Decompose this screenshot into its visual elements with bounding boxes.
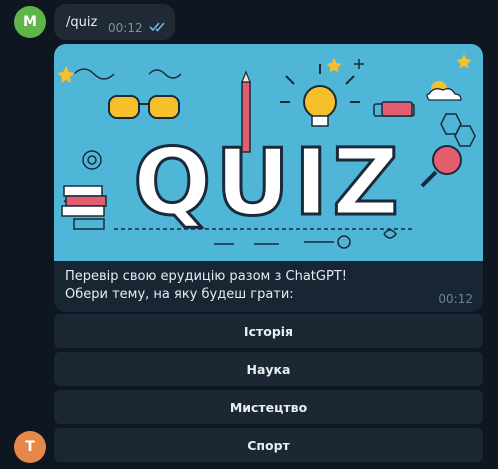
user-avatar[interactable]: M (14, 6, 46, 38)
keyboard-button-science[interactable]: Наука (54, 352, 483, 386)
bot-message-caption: Перевір свою ерудицію разом з ChatGPT! О… (65, 268, 473, 304)
bot-message-bubble: QUIZ Перевір свою ерудицію разом з ChatG… (54, 44, 483, 312)
keyboard-button-art[interactable]: Мистецтво (54, 390, 483, 424)
user-message-time: 00:12 (108, 21, 143, 35)
bot-avatar[interactable]: T (14, 431, 46, 463)
keyboard-button-history[interactable]: Історія (54, 314, 483, 348)
caption-line-1: Перевір свою ерудицію разом з ChatGPT! (65, 269, 347, 284)
double-check-icon (149, 22, 165, 32)
user-message-bubble: /quiz 00:12 (54, 4, 175, 40)
banner-title: QUIZ (133, 129, 403, 236)
quiz-banner-image: QUIZ (54, 44, 483, 261)
caption-line-2: Обери тему, на яку будеш грати: (65, 287, 294, 302)
keyboard-button-sport[interactable]: Спорт (54, 428, 483, 462)
user-message-text: /quiz (66, 15, 98, 30)
bot-message-time: 00:12 (438, 292, 473, 306)
